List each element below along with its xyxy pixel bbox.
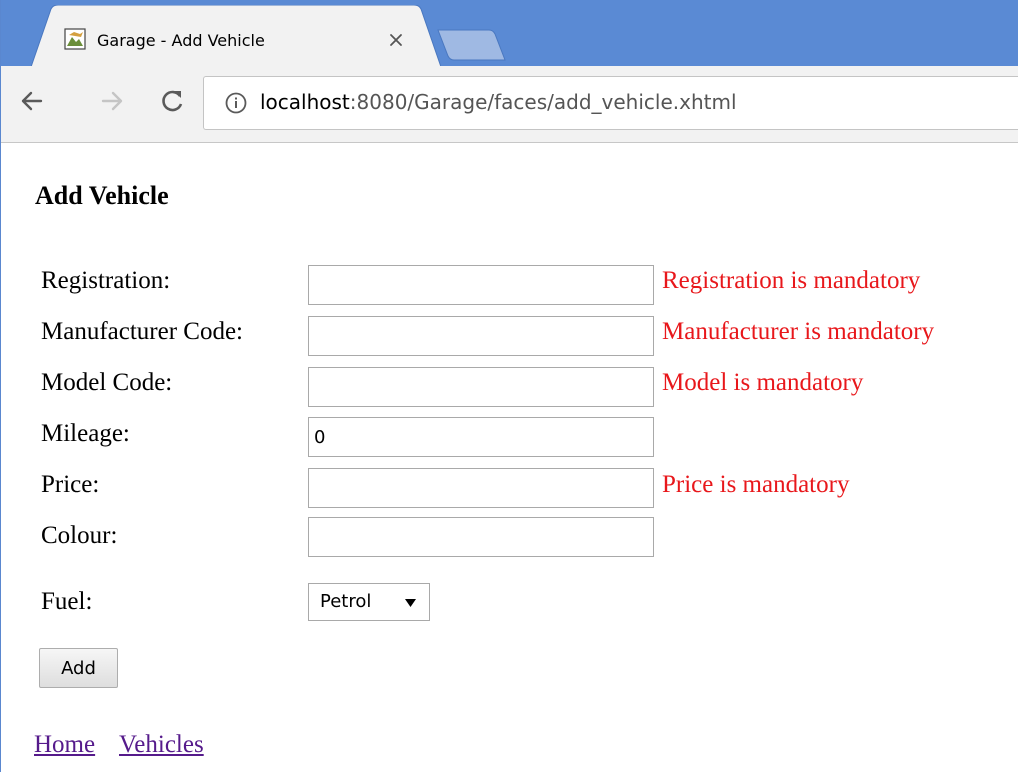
back-arrow-icon[interactable] xyxy=(19,88,45,114)
address-bar[interactable]: localhost:8080/Garage/faces/add_vehicle.… xyxy=(203,76,1018,130)
fuel-selected-value: Petrol xyxy=(320,591,372,612)
add-button[interactable]: Add xyxy=(39,648,118,688)
home-link[interactable]: Home xyxy=(34,731,95,759)
mileage-input[interactable] xyxy=(308,417,654,457)
forward-arrow-icon[interactable] xyxy=(99,88,125,114)
fuel-label: Fuel: xyxy=(41,588,93,615)
manufacturer-error: Manufacturer is mandatory xyxy=(662,318,935,345)
registration-error: Registration is mandatory xyxy=(662,267,921,294)
tab-add-vehicle[interactable]: Garage - Add Vehicle xyxy=(31,5,441,69)
colour-label: Colour: xyxy=(41,522,118,549)
browser-window: Garage - Add Vehicle localhost:8080/Gara… xyxy=(0,0,1018,772)
url-host: localhost xyxy=(260,90,350,114)
browser-toolbar: localhost:8080/Garage/faces/add_vehicle.… xyxy=(1,66,1018,143)
price-input[interactable] xyxy=(308,468,654,508)
page-content: Add Vehicle Registration: Registration i… xyxy=(1,143,1018,772)
manufacturer-code-label: Manufacturer Code: xyxy=(41,318,244,345)
model-code-input[interactable] xyxy=(308,367,654,407)
tab-title: Garage - Add Vehicle xyxy=(97,31,265,50)
price-error: Price is mandatory xyxy=(662,471,850,498)
manufacturer-code-input[interactable] xyxy=(308,316,654,356)
vehicles-link[interactable]: Vehicles xyxy=(119,731,204,759)
url-text[interactable]: localhost:8080/Garage/faces/add_vehicle.… xyxy=(260,90,737,114)
model-error: Model is mandatory xyxy=(662,369,864,396)
reload-icon[interactable] xyxy=(159,88,185,114)
registration-input[interactable] xyxy=(308,265,654,305)
fuel-select[interactable]: Petrol xyxy=(308,583,430,621)
mileage-label: Mileage: xyxy=(41,420,130,447)
model-code-label: Model Code: xyxy=(41,369,173,396)
new-tab-button[interactable] xyxy=(437,28,507,62)
url-path: :8080/Garage/faces/add_vehicle.xhtml xyxy=(349,90,737,114)
dropdown-arrow-icon xyxy=(405,599,416,607)
close-icon[interactable] xyxy=(387,31,405,49)
page-title: Add Vehicle xyxy=(35,181,169,210)
image-icon xyxy=(64,28,86,50)
colour-input[interactable] xyxy=(308,517,654,557)
info-icon[interactable] xyxy=(224,91,248,115)
registration-label: Registration: xyxy=(41,267,171,294)
price-label: Price: xyxy=(41,471,100,498)
tab-strip: Garage - Add Vehicle xyxy=(1,0,1018,69)
